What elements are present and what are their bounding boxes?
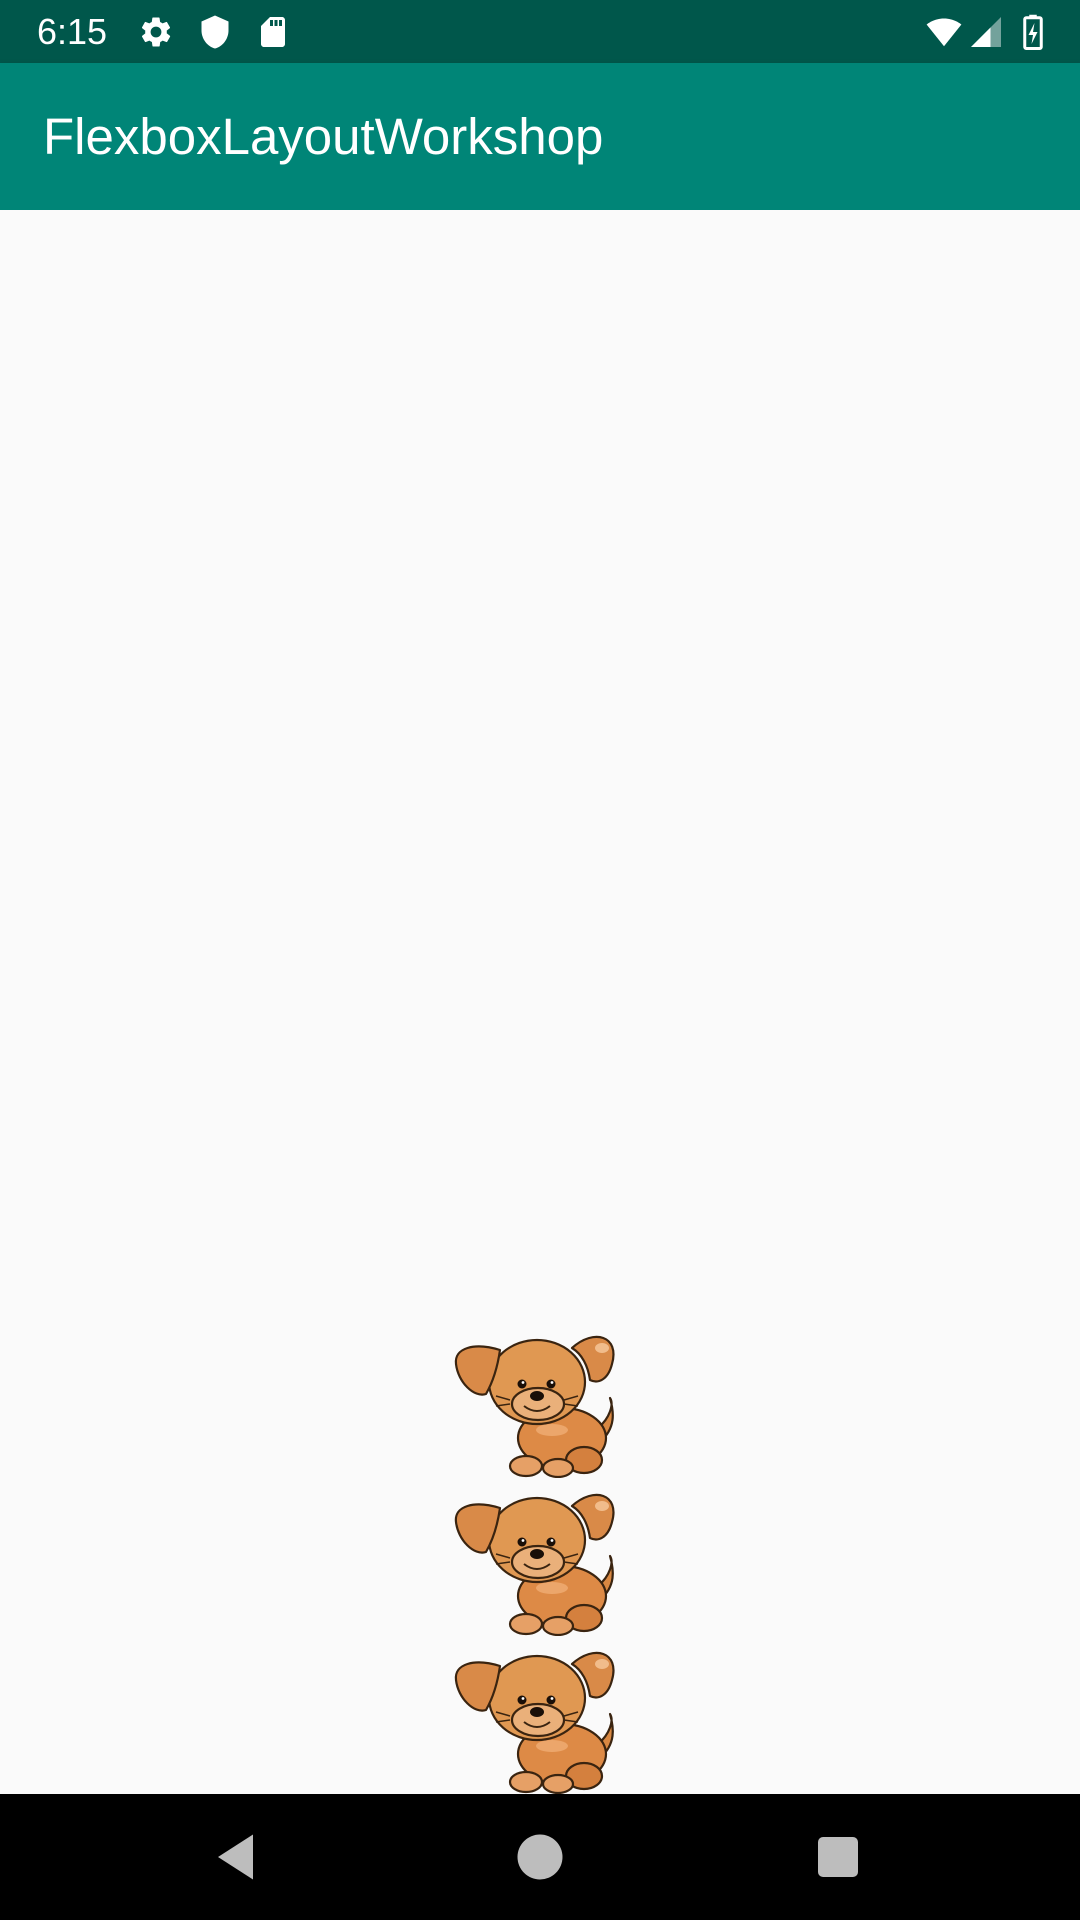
puppy-image xyxy=(454,1493,615,1636)
content-area xyxy=(0,210,1080,1794)
status-bar: 6:15 xyxy=(0,0,1080,63)
sd-card-icon xyxy=(261,17,285,47)
flexbox-layout xyxy=(452,1320,628,1794)
app-bar: FlexboxLayoutWorkshop xyxy=(0,63,1080,210)
recents-icon[interactable] xyxy=(808,1827,868,1887)
app-title: FlexboxLayoutWorkshop xyxy=(43,108,604,165)
back-icon[interactable] xyxy=(208,1827,268,1887)
status-time: 6:15 xyxy=(37,11,108,52)
shield-icon xyxy=(201,15,229,49)
battery-charging-icon xyxy=(1023,14,1043,50)
wifi-icon xyxy=(926,18,962,47)
puppy-image xyxy=(454,1335,615,1478)
app-screen: 6:15 FlexboxLayoutWorkshop xyxy=(0,0,1080,1920)
cell-signal-icon xyxy=(971,17,1001,47)
navigation-bar xyxy=(0,1794,1080,1920)
home-icon[interactable] xyxy=(510,1827,570,1887)
puppy-image xyxy=(454,1651,615,1794)
settings-icon xyxy=(141,17,171,47)
